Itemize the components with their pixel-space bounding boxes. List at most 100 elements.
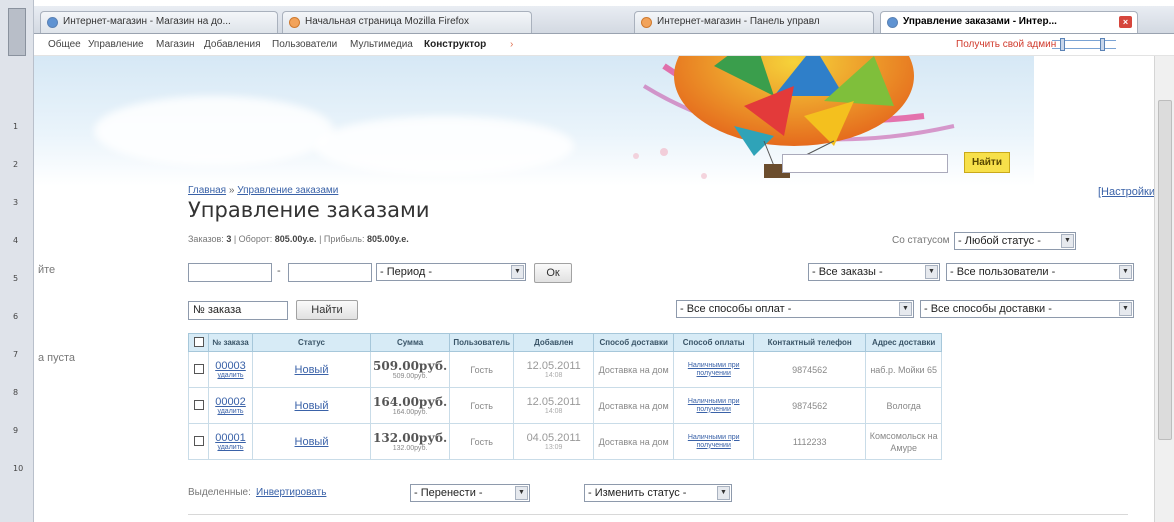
slider-knob[interactable] <box>1060 38 1065 51</box>
chevron-down-icon: ▼ <box>515 486 528 500</box>
column-header-delivery[interactable]: Способ доставки <box>593 333 675 352</box>
order-status-link[interactable]: Новый <box>295 364 329 376</box>
delete-order-link[interactable]: удалить <box>211 408 250 415</box>
chevron-down-icon: ▼ <box>1119 265 1132 279</box>
users-select[interactable]: - Все пользователи - ▼ <box>946 263 1134 281</box>
settings-link[interactable]: [Настройки] <box>1098 186 1154 198</box>
vertical-scrollbar[interactable] <box>1154 56 1174 522</box>
page-title: Управление заказами <box>188 198 430 222</box>
turnover-value: 805.00у.е. <box>274 234 317 244</box>
order-number-input[interactable]: № заказа <box>188 301 288 320</box>
admin-menu-bar: Общее Управление Магазин Добавления Поль… <box>34 34 1174 56</box>
phone-cell: 9874562 <box>753 351 867 388</box>
orders-count-label: Заказов: <box>188 234 224 244</box>
chevron-down-icon: ▼ <box>1119 302 1132 316</box>
payment-method-link[interactable]: Наличными при получении <box>676 398 751 414</box>
get-admin-link[interactable]: Получить свой админ <box>956 39 1056 50</box>
breadcrumb-separator: » <box>228 185 235 196</box>
order-status-link[interactable]: Новый <box>295 436 329 448</box>
zoom-slider[interactable] <box>1052 38 1116 51</box>
delivery-cell: Доставка на дом <box>593 423 675 460</box>
menu-item-management[interactable]: Управление <box>88 39 144 50</box>
delete-order-link[interactable]: удалить <box>211 372 250 379</box>
delivery-method-select[interactable]: - Все способы доставки - ▼ <box>920 300 1134 318</box>
browser-tab-bar: Интернет-магазин - Магазин на до... Нача… <box>34 6 1174 34</box>
order-date: 12.05.2011 <box>526 360 581 372</box>
menu-item-constructor[interactable]: Конструктор <box>424 39 486 50</box>
ok-button[interactable]: Ок <box>534 263 572 283</box>
date-cell: 12.05.2011 14:08 <box>513 387 595 424</box>
menu-item-additions[interactable]: Добавления <box>204 39 261 50</box>
move-select[interactable]: - Перенести - ▼ <box>410 484 530 502</box>
change-status-select-value: - Изменить статус - <box>588 487 687 499</box>
period-select-value: - Период - <box>380 266 433 278</box>
order-status-link[interactable]: Новый <box>295 400 329 412</box>
status-select[interactable]: - Любой статус - ▼ <box>954 232 1076 250</box>
column-header-address[interactable]: Адрес доставки <box>865 333 943 352</box>
payment-method-link[interactable]: Наличными при получении <box>676 434 751 450</box>
ruler-number: 4 <box>13 236 19 245</box>
find-order-button[interactable]: Найти <box>296 300 358 320</box>
close-icon[interactable]: × <box>1119 16 1132 28</box>
user-cell: Гость <box>449 423 515 460</box>
date-to-input[interactable] <box>288 263 372 282</box>
scrollbar-thumb[interactable] <box>1158 100 1172 440</box>
address-cell: наб.р. Мойки 65 <box>865 351 943 388</box>
vertical-ruler: 1 2 3 4 5 6 7 8 9 10 <box>0 0 34 522</box>
user-cell: Гость <box>449 387 515 424</box>
slider-knob[interactable] <box>1100 38 1105 51</box>
select-all-checkbox[interactable] <box>193 336 204 347</box>
column-header-payment[interactable]: Способ оплаты <box>673 333 755 352</box>
users-select-value: - Все пользователи - <box>950 266 1056 278</box>
period-select[interactable]: - Период - ▼ <box>376 263 526 281</box>
browser-tab[interactable]: Интернет-магазин - Магазин на до... <box>40 11 278 33</box>
menu-item-shop[interactable]: Магазин <box>156 39 195 50</box>
change-status-select[interactable]: - Изменить статус - ▼ <box>584 484 732 502</box>
column-header-added[interactable]: Добавлен <box>513 333 595 352</box>
turnover-label: | Оборот: <box>233 234 273 244</box>
order-number-link[interactable]: 00002 <box>211 396 250 408</box>
row-checkbox[interactable] <box>193 363 204 374</box>
row-checkbox[interactable] <box>193 399 204 410</box>
order-time: 14:08 <box>544 372 563 379</box>
order-sum-sub: 132.00руб. <box>392 445 428 452</box>
sidebar-text: йте <box>38 264 56 276</box>
status-cell: Новый <box>252 423 371 460</box>
date-from-input[interactable] <box>188 263 272 282</box>
menu-item-general[interactable]: Общее <box>48 39 81 50</box>
status-filter-label: Со статусом <box>892 235 950 246</box>
date-cell: 12.05.2011 14:08 <box>513 351 595 388</box>
payment-method-link[interactable]: Наличными при получении <box>676 362 751 378</box>
payment-method-select[interactable]: - Все способы оплат - ▼ <box>676 300 914 318</box>
browser-tab-active[interactable]: Управление заказами - Интер... × <box>880 11 1138 33</box>
ruler-number: 2 <box>13 160 19 169</box>
invert-selection-link[interactable]: Инвертировать <box>256 487 326 498</box>
orders-select[interactable]: - Все заказы - ▼ <box>808 263 940 281</box>
browser-tab[interactable]: Начальная страница Mozilla Firefox <box>282 11 532 33</box>
payment-cell: Наличными при получении <box>673 387 755 424</box>
breadcrumb-home-link[interactable]: Главная <box>188 185 226 196</box>
column-header-number[interactable]: № заказа <box>208 333 253 352</box>
address-cell: Комсомольск на Амуре <box>865 423 943 460</box>
order-number-link[interactable]: 00003 <box>211 360 250 372</box>
chevron-down-icon: ▼ <box>717 486 730 500</box>
column-header-sum[interactable]: Сумма <box>369 333 451 352</box>
browser-tab[interactable]: Интернет-магазин - Панель управл <box>634 11 874 33</box>
row-checkbox[interactable] <box>193 435 204 446</box>
site-search-button[interactable]: Найти <box>964 152 1010 173</box>
payment-cell: Наличными при получении <box>673 351 755 388</box>
menu-item-multimedia[interactable]: Мультимедиа <box>350 39 413 50</box>
order-number-link[interactable]: 00001 <box>211 432 250 444</box>
delete-order-link[interactable]: удалить <box>211 444 250 451</box>
order-number-cell: 00002 удалить <box>208 387 253 424</box>
address-cell: Вологда <box>865 387 943 424</box>
column-header-status[interactable]: Статус <box>252 333 371 352</box>
site-search-input[interactable] <box>782 154 948 173</box>
column-header-user[interactable]: Пользователь <box>449 333 515 352</box>
breadcrumb-current-link[interactable]: Управление заказами <box>237 185 338 196</box>
status-cell: Новый <box>252 351 371 388</box>
menu-item-users[interactable]: Пользователи <box>272 39 337 50</box>
column-header-phone[interactable]: Контактный телефон <box>753 333 867 352</box>
globe-icon <box>47 17 58 28</box>
order-sum: 509.00руб. <box>373 359 448 373</box>
